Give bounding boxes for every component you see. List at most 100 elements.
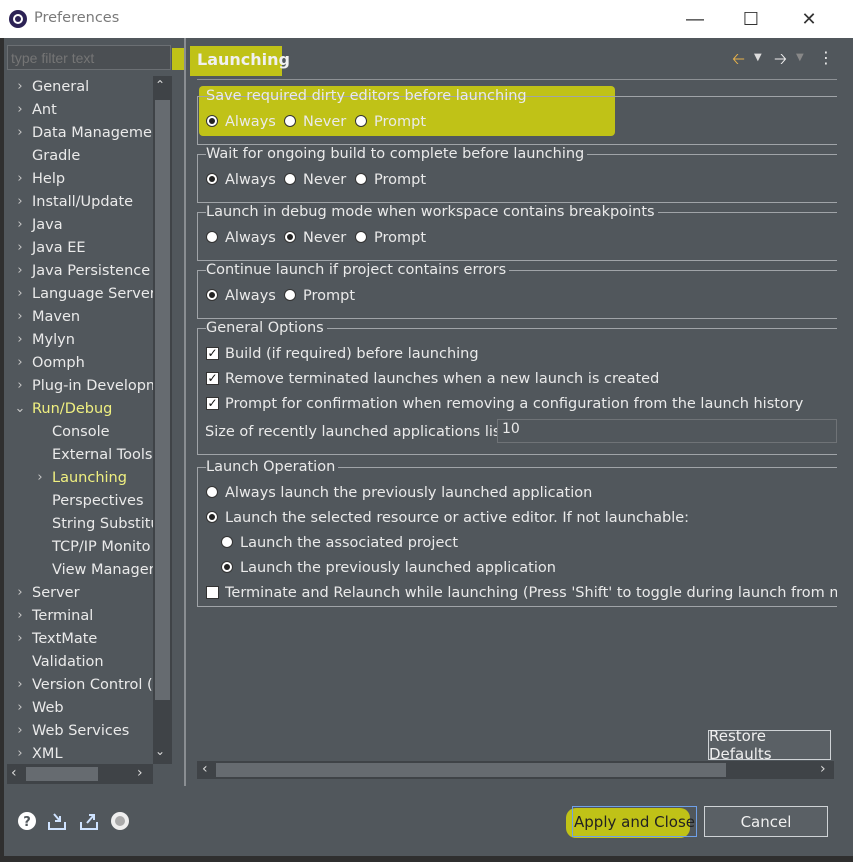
- tree-hscroll-thumb[interactable]: [26, 767, 98, 781]
- associated-project-label[interactable]: Launch the associated project: [240, 534, 458, 552]
- prompt-confirmation-checkbox[interactable]: ✓: [206, 397, 219, 410]
- tree-item-label: Oomph: [32, 355, 85, 371]
- chevron-right-icon[interactable]: ›: [14, 743, 26, 764]
- previous-application-label[interactable]: Launch the previously launched applicati…: [240, 559, 556, 577]
- build-never-radio[interactable]: [284, 173, 296, 185]
- chevron-right-icon[interactable]: ›: [14, 237, 26, 259]
- build-prompt-radio[interactable]: [355, 173, 367, 185]
- terminate-relaunch-checkbox[interactable]: [206, 586, 219, 599]
- remove-terminated-checkbox[interactable]: ✓: [206, 372, 219, 385]
- filter-highlight: [172, 48, 184, 70]
- chevron-right-icon[interactable]: ›: [14, 260, 26, 282]
- tree-item-label: Run/Debug: [32, 401, 113, 417]
- minimize-button[interactable]: ―: [672, 0, 718, 38]
- build-before-launch-checkbox[interactable]: ✓: [206, 347, 219, 360]
- scroll-left-icon[interactable]: ‹: [11, 765, 17, 781]
- chevron-right-icon[interactable]: ›: [14, 99, 26, 121]
- record-icon[interactable]: [109, 810, 131, 832]
- header-separator: [197, 79, 837, 80]
- dirty-always-radio[interactable]: [206, 115, 218, 127]
- always-previous-label[interactable]: Always launch the previously launched ap…: [225, 484, 592, 502]
- window-title: Preferences: [34, 10, 120, 26]
- always-previous-radio[interactable]: [206, 486, 218, 498]
- chevron-right-icon[interactable]: ›: [14, 283, 26, 305]
- associated-project-radio[interactable]: [221, 536, 233, 548]
- launch-operation-title: Launch Operation: [206, 458, 339, 476]
- tree-item-label: General: [32, 79, 90, 95]
- apply-close-button[interactable]: Apply and Close: [572, 806, 697, 837]
- remove-terminated-label[interactable]: Remove terminated launches when a new la…: [225, 370, 659, 388]
- chevron-right-icon[interactable]: ›: [14, 605, 26, 627]
- scroll-right-icon[interactable]: ›: [137, 765, 143, 781]
- view-menu-icon[interactable]: ⋮: [818, 48, 834, 67]
- build-always-radio[interactable]: [206, 173, 218, 185]
- dirty-never-label[interactable]: Never: [303, 113, 346, 131]
- debug-prompt-label[interactable]: Prompt: [374, 229, 426, 247]
- chevron-right-icon[interactable]: ›: [14, 306, 26, 328]
- chevron-right-icon[interactable]: ›: [34, 467, 46, 489]
- errors-always-label[interactable]: Always: [225, 287, 276, 305]
- errors-always-radio[interactable]: [206, 289, 218, 301]
- chevron-down-icon[interactable]: ⌄: [14, 398, 26, 420]
- chevron-right-icon[interactable]: ›: [14, 76, 26, 98]
- page-scroll-right-icon[interactable]: ›: [820, 761, 826, 777]
- cancel-button[interactable]: Cancel: [704, 806, 828, 837]
- filter-input[interactable]: [7, 45, 171, 70]
- history-size-input[interactable]: 10: [497, 419, 837, 443]
- chevron-right-icon[interactable]: ›: [14, 191, 26, 213]
- previous-application-radio[interactable]: [221, 561, 233, 573]
- build-prompt-label[interactable]: Prompt: [374, 171, 426, 189]
- back-dropdown-icon[interactable]: ▼: [754, 52, 762, 63]
- page-hscroll-thumb[interactable]: [216, 763, 726, 777]
- chevron-right-icon[interactable]: ›: [14, 697, 26, 719]
- dirty-always-label[interactable]: Always: [225, 113, 276, 131]
- debug-never-radio[interactable]: [284, 231, 296, 243]
- tree-item-label: Maven: [32, 309, 81, 325]
- tree-item-label: Web Services: [32, 723, 130, 739]
- restore-defaults-button[interactable]: Restore Defaults: [708, 727, 831, 763]
- errors-prompt-label[interactable]: Prompt: [303, 287, 355, 305]
- prompt-confirmation-label[interactable]: Prompt for confirmation when removing a …: [225, 395, 803, 413]
- dirty-prompt-label[interactable]: Prompt: [374, 113, 426, 131]
- chevron-right-icon[interactable]: ›: [14, 582, 26, 604]
- chevron-right-icon[interactable]: ›: [14, 375, 26, 397]
- debug-prompt-radio[interactable]: [355, 231, 367, 243]
- chevron-right-icon[interactable]: ›: [14, 122, 26, 144]
- help-icon[interactable]: ?: [16, 810, 38, 832]
- chevron-right-icon[interactable]: ›: [14, 628, 26, 650]
- tree-item-label: External Tools: [52, 447, 153, 463]
- selected-resource-label[interactable]: Launch the selected resource or active e…: [225, 509, 689, 527]
- import-icon[interactable]: [46, 810, 68, 832]
- forward-dropdown-icon[interactable]: ▼: [796, 52, 804, 63]
- build-always-label[interactable]: Always: [225, 171, 276, 189]
- debug-never-label[interactable]: Never: [303, 229, 346, 247]
- chevron-right-icon[interactable]: ›: [14, 168, 26, 190]
- chevron-right-icon[interactable]: ›: [14, 674, 26, 696]
- build-never-label[interactable]: Never: [303, 171, 346, 189]
- close-button[interactable]: ✕: [786, 0, 832, 38]
- scroll-up-icon[interactable]: ⌃: [155, 78, 165, 92]
- terminate-relaunch-label[interactable]: Terminate and Relaunch while launching (…: [225, 584, 837, 602]
- forward-arrow-icon[interactable]: 🡢: [774, 48, 787, 75]
- chevron-right-icon[interactable]: ›: [14, 352, 26, 374]
- page-scroll-left-icon[interactable]: ‹: [202, 761, 208, 777]
- dirty-never-radio[interactable]: [284, 115, 296, 127]
- maximize-button[interactable]: ☐: [728, 0, 774, 38]
- preferences-tree: › General › Ant › Data Managemer Gradle › Help › I…: [4, 76, 154, 764]
- export-icon[interactable]: [78, 810, 100, 832]
- tree-item-label: TextMate: [32, 631, 98, 647]
- errors-prompt-radio[interactable]: [284, 289, 296, 301]
- build-before-launch-label[interactable]: Build (if required) before launching: [225, 345, 479, 363]
- debug-always-radio[interactable]: [206, 231, 218, 243]
- back-arrow-icon[interactable]: 🡠: [732, 48, 745, 75]
- tree-scroll-thumb[interactable]: [155, 100, 170, 700]
- selected-resource-radio[interactable]: [206, 511, 218, 523]
- debug-always-label[interactable]: Always: [225, 229, 276, 247]
- dirty-prompt-radio[interactable]: [355, 115, 367, 127]
- tree-item-label: Java: [32, 217, 63, 233]
- chevron-right-icon[interactable]: ›: [14, 329, 26, 351]
- chevron-right-icon[interactable]: ›: [14, 214, 26, 236]
- chevron-right-icon[interactable]: ›: [14, 720, 26, 742]
- tree-item-label: Validation: [32, 654, 104, 670]
- scroll-down-icon[interactable]: ⌄: [155, 744, 165, 758]
